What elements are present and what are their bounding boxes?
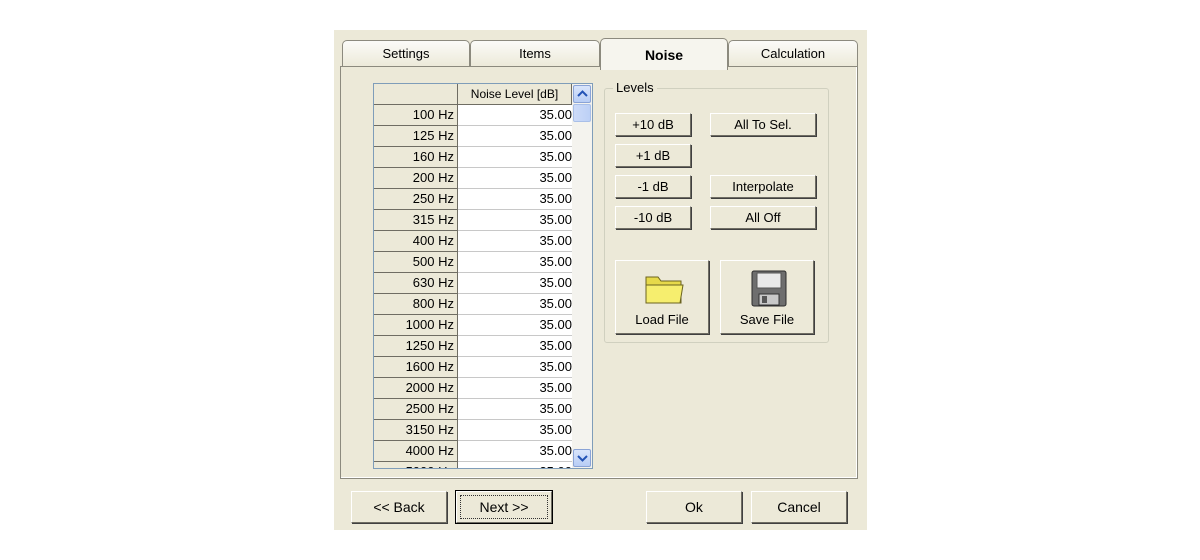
- next-button[interactable]: Next >>: [455, 490, 553, 524]
- frequency-cell: 1600 Hz: [374, 357, 458, 378]
- noise-level-cell[interactable]: 35.00: [458, 273, 572, 294]
- noise-level-cell[interactable]: 35.00: [458, 210, 572, 231]
- noise-level-column-header: Noise Level [dB]: [458, 84, 572, 105]
- frequency-cell: 1250 Hz: [374, 336, 458, 357]
- minus-1-db-button[interactable]: -1 dB: [615, 175, 691, 198]
- folder-icon: [645, 276, 684, 304]
- table-row[interactable]: 800 Hz 35.00: [374, 294, 572, 315]
- noise-level-cell[interactable]: 35.00: [458, 441, 572, 462]
- noise-level-cell[interactable]: 35.00: [458, 357, 572, 378]
- table-row[interactable]: 630 Hz 35.00: [374, 273, 572, 294]
- minus-10-db-button[interactable]: -10 dB: [615, 206, 691, 229]
- table-row[interactable]: 1250 Hz 35.00: [374, 336, 572, 357]
- frequency-cell: 200 Hz: [374, 168, 458, 189]
- table-row[interactable]: 5000 Hz35.00: [374, 462, 572, 468]
- noise-level-cell[interactable]: 35.00: [458, 231, 572, 252]
- frequency-cell: 800 Hz: [374, 294, 458, 315]
- cancel-button[interactable]: Cancel: [751, 491, 847, 523]
- interpolate-button[interactable]: Interpolate: [710, 175, 816, 198]
- grid-corner-cell: [374, 84, 458, 105]
- levels-group-label: Levels: [613, 80, 657, 95]
- noise-level-cell[interactable]: 35.00: [458, 378, 572, 399]
- noise-level-cell[interactable]: 35.00: [458, 189, 572, 210]
- table-row[interactable]: 200 Hz 35.00: [374, 168, 572, 189]
- table-row[interactable]: 100 Hz 35.00: [374, 105, 572, 126]
- frequency-cell: 5000 Hz: [374, 462, 458, 468]
- noise-level-cell[interactable]: 35.00: [458, 336, 572, 357]
- frequency-cell: 2500 Hz: [374, 399, 458, 420]
- noise-level-cell[interactable]: 35.00: [458, 294, 572, 315]
- all-to-sel-button[interactable]: All To Sel.: [710, 113, 816, 136]
- scroll-up-button[interactable]: [573, 85, 591, 103]
- frequency-cell: 100 Hz: [374, 105, 458, 126]
- table-row[interactable]: 250 Hz 35.00: [374, 189, 572, 210]
- chevron-up-icon: [577, 90, 588, 97]
- tab-noise[interactable]: Noise: [600, 38, 728, 70]
- frequency-cell: 400 Hz: [374, 231, 458, 252]
- noise-level-cell[interactable]: 35.00: [458, 315, 572, 336]
- plus-10-db-button[interactable]: +10 dB: [615, 113, 691, 136]
- tab-calculation[interactable]: Calculation: [728, 40, 858, 67]
- frequency-cell: 160 Hz: [374, 147, 458, 168]
- noise-panel: Noise Level [dB] 100 Hz 35.00 125 Hz 35.00 1…: [340, 66, 858, 479]
- table-row[interactable]: 1600 Hz 35.00: [374, 357, 572, 378]
- grid-scrollbar[interactable]: [572, 84, 592, 468]
- back-button[interactable]: << Back: [351, 491, 447, 523]
- table-row[interactable]: 1000 Hz 35.00: [374, 315, 572, 336]
- load-file-button[interactable]: Load File: [615, 260, 709, 334]
- tab-items[interactable]: Items: [470, 40, 600, 67]
- grid-header-row: Noise Level [dB]: [374, 84, 572, 105]
- frequency-cell: 250 Hz: [374, 189, 458, 210]
- save-file-label: Save File: [739, 312, 795, 327]
- scroll-down-button[interactable]: [573, 449, 591, 467]
- table-row[interactable]: 125 Hz 35.00: [374, 126, 572, 147]
- noise-level-cell[interactable]: 35.00: [458, 420, 572, 441]
- table-row[interactable]: 500 Hz 35.00: [374, 252, 572, 273]
- table-row[interactable]: 400 Hz 35.00: [374, 231, 572, 252]
- grid-rows: Noise Level [dB] 100 Hz 35.00 125 Hz 35.00 1…: [374, 84, 572, 468]
- frequency-cell: 3150 Hz: [374, 420, 458, 441]
- noise-level-cell[interactable]: 35.00: [458, 105, 572, 126]
- save-file-button[interactable]: Save File: [720, 260, 814, 334]
- table-row[interactable]: 3150 Hz 35.00: [374, 420, 572, 441]
- chevron-down-icon: [577, 455, 588, 462]
- frequency-cell: 125 Hz: [374, 126, 458, 147]
- noise-level-grid[interactable]: Noise Level [dB] 100 Hz 35.00 125 Hz 35.00 1…: [373, 83, 593, 469]
- levels-group: Levels +10 dB +1 dB -1 dB -10 dB All To …: [604, 80, 829, 343]
- table-row[interactable]: 315 Hz 35.00: [374, 210, 572, 231]
- scroll-thumb[interactable]: [573, 104, 591, 122]
- frequency-cell: 2000 Hz: [374, 378, 458, 399]
- noise-level-cell[interactable]: 35.00: [458, 147, 572, 168]
- table-row[interactable]: 160 Hz 35.00: [374, 147, 572, 168]
- ok-button[interactable]: Ok: [646, 491, 742, 523]
- noise-level-cell[interactable]: 35.00: [458, 399, 572, 420]
- noise-level-cell[interactable]: 35.00: [458, 168, 572, 189]
- noise-dialog: Settings Items Calculation Noise Noise L…: [334, 30, 867, 530]
- table-row[interactable]: 2000 Hz 35.00: [374, 378, 572, 399]
- all-off-button[interactable]: All Off: [710, 206, 816, 229]
- load-file-label: Load File: [635, 312, 689, 327]
- noise-level-cell[interactable]: 35.00: [458, 252, 572, 273]
- frequency-cell: 1000 Hz: [374, 315, 458, 336]
- noise-level-cell[interactable]: 35.00: [458, 126, 572, 147]
- table-row[interactable]: 4000 Hz 35.00: [374, 441, 572, 462]
- noise-level-cell[interactable]: 35.00: [458, 462, 572, 468]
- tab-settings[interactable]: Settings: [342, 40, 470, 67]
- plus-1-db-button[interactable]: +1 dB: [615, 144, 691, 167]
- frequency-cell: 630 Hz: [374, 273, 458, 294]
- frequency-cell: 4000 Hz: [374, 441, 458, 462]
- table-row[interactable]: 2500 Hz 35.00: [374, 399, 572, 420]
- frequency-cell: 315 Hz: [374, 210, 458, 231]
- frequency-cell: 500 Hz: [374, 252, 458, 273]
- floppy-disk-icon: [751, 270, 787, 307]
